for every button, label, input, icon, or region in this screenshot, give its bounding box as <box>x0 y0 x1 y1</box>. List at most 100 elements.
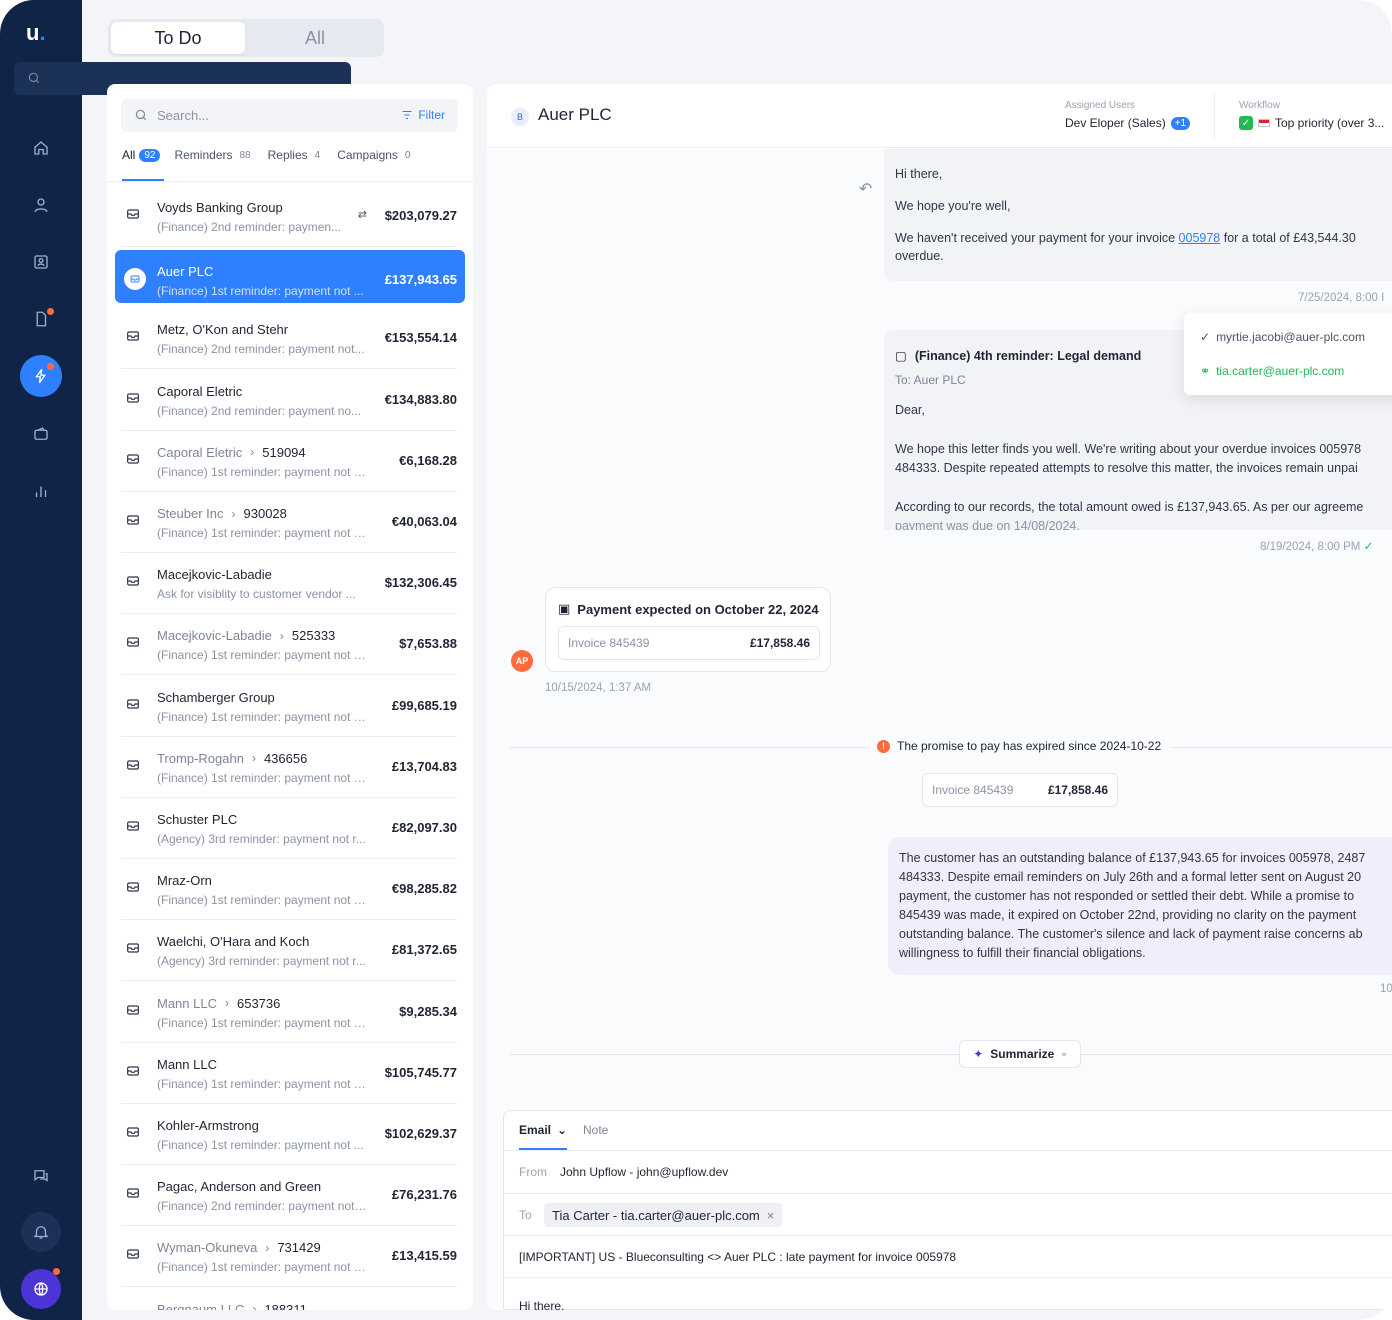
mail-icon <box>127 331 139 341</box>
tab-todo[interactable]: To Do <box>111 22 245 54</box>
search-input[interactable]: Search... Filter <box>121 99 458 132</box>
assigned-user-name: Dev Eloper (Sales) <box>1065 116 1166 130</box>
list-item[interactable]: Macejkovic-Labadie Ask for visiblity to c… <box>121 553 457 615</box>
remove-recipient-icon[interactable]: × <box>767 1208 775 1223</box>
item-title: Macejkovic-Labadie › 525333 <box>157 628 335 643</box>
invoice-amount: £17,858.46 <box>1047 783 1108 797</box>
upflow-logo[interactable]: u. <box>26 20 56 45</box>
mail-icon-wrap <box>125 1002 141 1018</box>
workspace-nav-button[interactable] <box>21 1268 61 1309</box>
from-field[interactable]: From John Upflow - john@upflow.dev <box>504 1151 1392 1194</box>
subtab-campaigns[interactable]: Campaigns 0 <box>337 148 413 162</box>
mail-icon <box>127 209 139 219</box>
mail-icon-wrap <box>124 268 146 291</box>
list-item[interactable]: Wyman-Okuneva › 731429 (Finance) 1st remind… <box>121 1226 457 1288</box>
promise-invoice[interactable]: Invoice 845439 £17,858.46 <box>558 626 820 660</box>
subtab-count: 0 <box>404 149 411 161</box>
conversation-panel: B Auer PLC Assigned Users Dev Eloper (Sa… <box>487 84 1392 1310</box>
subtab-reminders[interactable]: Reminders 88 <box>174 148 253 162</box>
chevron-right-icon: › <box>231 506 236 521</box>
sync-icon: ⇄ <box>357 209 367 221</box>
list-item[interactable]: Kohler-Armstrong (Finance) 1st reminder: … <box>121 1104 457 1165</box>
mail-icon <box>127 1127 139 1137</box>
conversation-header: B Auer PLC Assigned Users Dev Eloper (Sa… <box>487 84 1392 148</box>
reply-icon[interactable]: ↶ <box>859 179 872 199</box>
tab-email[interactable]: Email ⌄ <box>519 1123 567 1137</box>
workflow-selector[interactable]: Workflow ✓ Top priority (over 3... <box>1239 100 1384 130</box>
item-amount: £137,943.65 <box>384 272 457 288</box>
list-item[interactable]: Steuber Inc › 930028 (Finance) 1st reminder… <box>121 492 457 553</box>
from-value: John Upflow - john@upflow.dev <box>560 1165 729 1179</box>
list-item[interactable]: Mann LLC › 653736 (Finance) 1st reminder: p… <box>121 982 457 1043</box>
list-item[interactable]: Bergnaum LLC › 188311 <box>121 1288 457 1310</box>
notifications-nav-button[interactable] <box>21 1212 61 1252</box>
analytics-nav-button[interactable] <box>17 467 65 515</box>
item-title: Pagac, Anderson and Green <box>157 1179 321 1194</box>
letter-icon: ▢ <box>895 349 907 363</box>
to-field[interactable]: To Tia Carter - tia.carter@auer-plc.com × <box>504 1194 1392 1236</box>
mail-icon <box>125 1308 141 1310</box>
mail-icon <box>127 882 139 892</box>
list-item[interactable]: Caporal Eletric › 519094 (Finance) 1st remi… <box>121 431 457 492</box>
item-amount: $203,079.27 <box>384 208 457 223</box>
list-item[interactable]: Schuster PLC (Agency) 3rd reminder: payme… <box>121 798 457 859</box>
recipient-chip[interactable]: Tia Carter - tia.carter@auer-plc.com × <box>544 1203 783 1227</box>
sparkle-icon: ✦ <box>973 1047 984 1061</box>
search-icon <box>135 109 147 121</box>
list-item[interactable]: Schamberger Group (Finance) 1st reminder:… <box>121 676 457 737</box>
mail-icon <box>127 1004 139 1015</box>
list-item[interactable]: Auer PLC (Finance) 1st reminder: payment … <box>115 250 465 304</box>
actions-nav-button[interactable] <box>20 355 62 397</box>
mail-icon-wrap <box>125 696 141 712</box>
expired-invoice[interactable]: Invoice 845439 £17,858.46 <box>922 773 1118 807</box>
contacts-nav-button[interactable] <box>17 238 65 286</box>
mail-icon <box>127 1066 139 1076</box>
subtab-replies[interactable]: Replies 4 <box>268 148 324 162</box>
tab-all[interactable]: All <box>248 22 382 54</box>
tab-note[interactable]: Note <box>583 1123 608 1137</box>
mail-icon <box>127 698 139 709</box>
list-item[interactable]: Voyds Banking Group (Finance) 2nd reminde… <box>121 186 457 247</box>
subtab-label: All <box>122 148 136 162</box>
list-item[interactable]: Caporal Eletric (Finance) 2nd reminder: p… <box>121 370 457 431</box>
filter-label: Filter <box>418 108 445 122</box>
notification-dot <box>47 363 54 370</box>
wallet-nav-button[interactable] <box>17 410 65 458</box>
list-item[interactable]: Metz, O'Kon and Stehr (Finance) 2nd remin… <box>121 308 457 370</box>
summarize-button[interactable]: ✦ Summarize ● <box>959 1040 1081 1068</box>
timestamp-text: 8/19/2024, 8:00 PM <box>1260 541 1361 553</box>
mail-icon-wrap <box>125 634 141 650</box>
item-subject: (Finance) 2nd reminder: payment not r... <box>157 1199 367 1214</box>
list-item[interactable]: Mann LLC (Finance) 1st reminder: payment … <box>121 1043 457 1104</box>
expired-text: The promise to pay has expired since 202… <box>897 739 1162 753</box>
invoice-link[interactable]: 005978 <box>1179 231 1221 245</box>
summarize-label: Summarize <box>990 1047 1055 1061</box>
list-item[interactable]: Macejkovic-Labadie › 525333 (Finance) 1st r… <box>121 614 457 676</box>
filter-button[interactable]: Filter <box>401 108 445 122</box>
message-timestamp: 10/15/2024, 1:37 AM <box>545 682 652 694</box>
assigned-users[interactable]: Assigned Users Dev Eloper (Sales) +1 <box>1065 100 1191 130</box>
subject-field[interactable]: [IMPORTANT] US - Blueconsulting <> Auer … <box>504 1236 1392 1278</box>
invoices-nav-button[interactable] <box>17 295 65 343</box>
contact-card-icon <box>34 255 48 269</box>
recipients-popover: ✓ myrtie.jacobi@auer-plc.com ⚭ tia.carter@… <box>1184 313 1392 395</box>
list-item[interactable]: Pagac, Anderson and Green (Finance) 2nd r… <box>121 1165 457 1227</box>
chat-nav-button[interactable] <box>17 1152 65 1200</box>
list-item[interactable]: Waelchi, O'Hara and Koch (Agency) 3rd rem… <box>121 920 457 982</box>
search-icon <box>28 72 40 84</box>
workflow-label: Workflow <box>1239 100 1280 111</box>
recipient-row[interactable]: ✓ myrtie.jacobi@auer-plc.com <box>1200 330 1365 344</box>
item-amount: £81,372.65 <box>391 942 457 958</box>
customer-name[interactable]: Auer PLC <box>538 105 612 125</box>
tab-active-indicator <box>519 1148 567 1150</box>
customers-nav-button[interactable] <box>17 181 65 229</box>
filter-icon <box>402 111 412 119</box>
from-label: From <box>519 1165 547 1179</box>
mail-icon <box>127 821 139 831</box>
subtab-all[interactable]: All 92 <box>122 148 161 162</box>
home-nav-button[interactable] <box>17 124 65 172</box>
body-field[interactable]: Hi there, <box>504 1278 1392 1310</box>
recipient-row[interactable]: ⚭ tia.carter@auer-plc.com <box>1200 364 1344 378</box>
list-item[interactable]: Tromp-Rogahn › 436656 (Finance) 1st reminde… <box>121 737 457 798</box>
list-item[interactable]: Mraz-Orn (Finance) 1st reminder: payment … <box>121 859 457 921</box>
